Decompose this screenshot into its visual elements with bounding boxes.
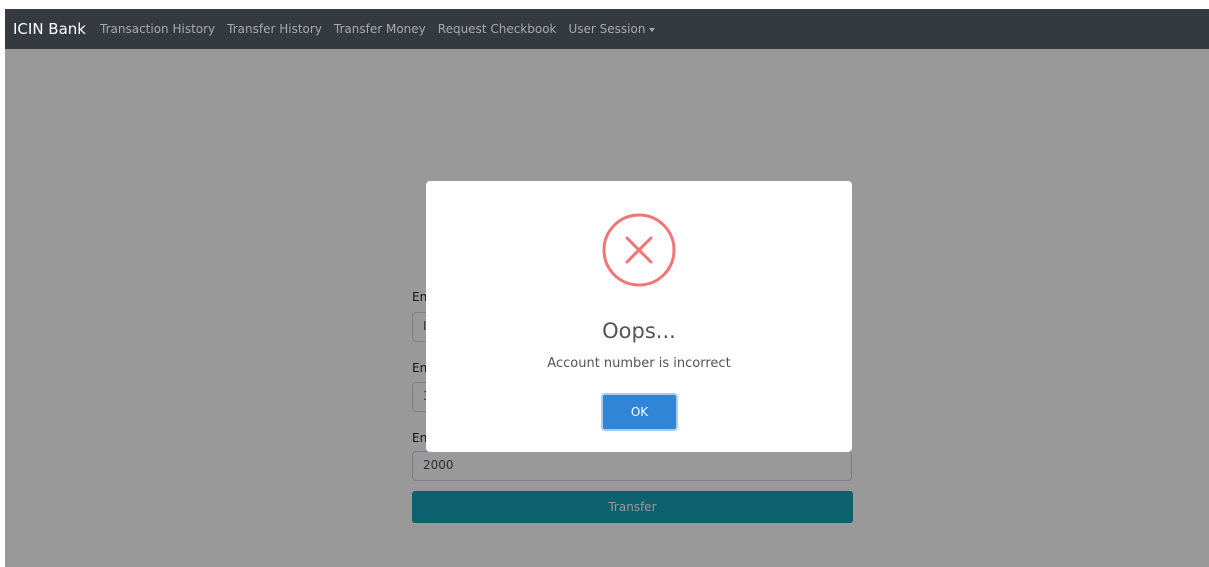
dialog-message: Account number is incorrect bbox=[547, 356, 731, 371]
top-navbar: ICIN Bank Transaction History Transfer H… bbox=[5, 9, 1209, 49]
error-dialog: Oops... Account number is incorrect OK bbox=[426, 181, 852, 452]
nav-transfer-money[interactable]: Transfer Money bbox=[334, 22, 426, 36]
error-x-icon bbox=[602, 213, 676, 287]
app-window: ICIN Bank Transaction History Transfer H… bbox=[5, 9, 1209, 567]
ok-button[interactable]: OK bbox=[601, 393, 678, 431]
nav-user-session-dropdown[interactable]: User Session bbox=[569, 22, 656, 36]
user-session-label: User Session bbox=[568, 22, 646, 36]
nav-transaction-history[interactable]: Transaction History bbox=[100, 22, 215, 36]
brand-logo[interactable]: ICIN Bank bbox=[13, 20, 86, 38]
nav-request-checkbook[interactable]: Request Checkbook bbox=[438, 22, 557, 36]
caret-down-icon bbox=[649, 27, 656, 32]
dialog-title: Oops... bbox=[602, 319, 676, 343]
nav-transfer-history[interactable]: Transfer History bbox=[227, 22, 322, 36]
